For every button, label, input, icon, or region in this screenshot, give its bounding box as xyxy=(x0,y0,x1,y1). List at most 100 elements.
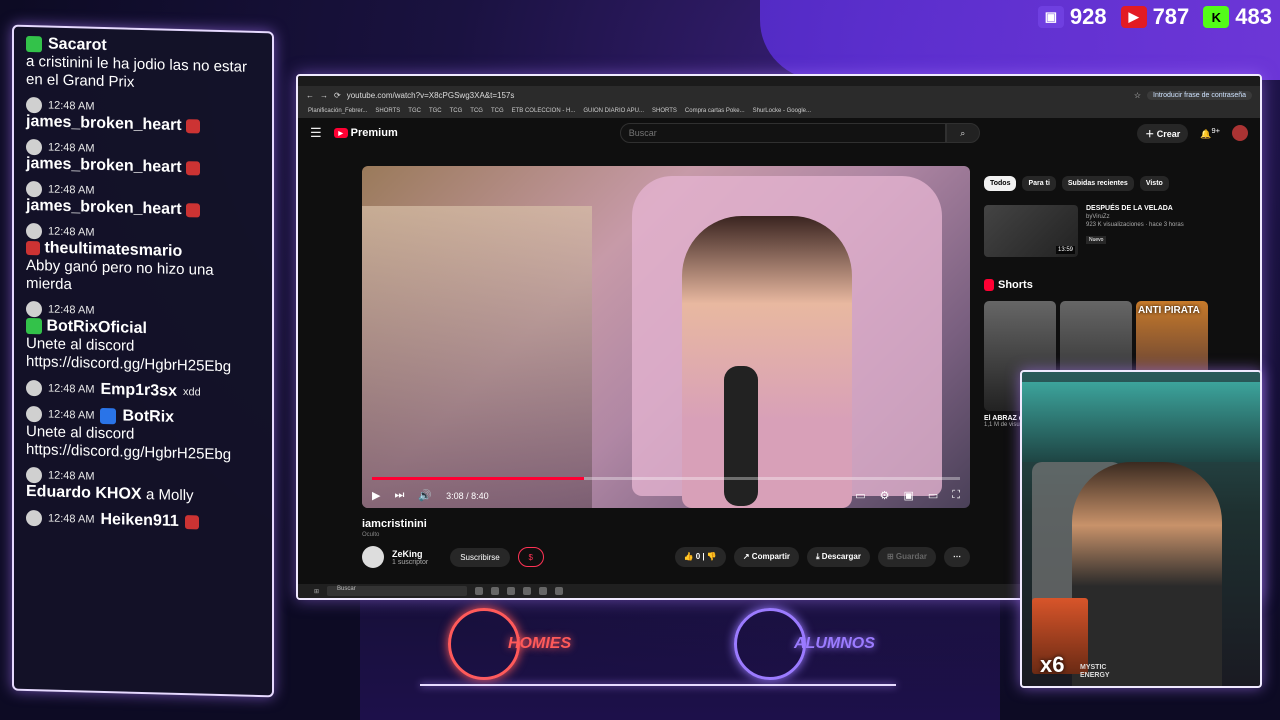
bot-badge-icon xyxy=(100,407,117,425)
fullscreen-icon[interactable]: ⛶ xyxy=(952,489,960,502)
notif-count: 9+ xyxy=(1211,126,1220,135)
chat-username: theultimatesmario xyxy=(44,239,183,261)
video-person xyxy=(682,216,852,508)
create-button[interactable]: ＋ Crear xyxy=(1137,123,1189,143)
settings-gear-icon[interactable]: ⚙ xyxy=(880,489,890,502)
bookmark-item[interactable]: TCG xyxy=(491,108,504,114)
video-metadata: iamcristinini Oculto ZeKing 1 suscriptor… xyxy=(362,518,970,568)
subscribe-button[interactable]: Suscribirse xyxy=(450,547,510,567)
channel-row: ZeKing 1 suscriptor Suscribirse $ 👍 0 | … xyxy=(362,546,970,568)
account-avatar[interactable] xyxy=(1232,125,1248,141)
chat-time: 12:48 AM xyxy=(48,469,95,483)
save-button[interactable]: ⊞ Guardar xyxy=(877,547,936,567)
emote-icon xyxy=(26,240,40,256)
taskbar-app-icon[interactable] xyxy=(507,587,516,595)
taskbar-app-icon[interactable] xyxy=(475,587,484,595)
bookmark-item[interactable]: TCG xyxy=(470,108,483,114)
video-title: iamcristinini xyxy=(362,518,427,530)
video-controls: ▶ ⏭ 🔊 3:08 / 8:40 ▭ ⚙ ▣ ▭ ⛶ xyxy=(372,489,960,502)
search-icon[interactable]: ⌕ xyxy=(945,123,980,143)
play-icon[interactable]: ▶ xyxy=(372,489,380,502)
subtitles-icon[interactable]: ▭ xyxy=(855,489,865,502)
more-options-icon[interactable]: ⋯ xyxy=(944,547,970,567)
chat-username: Emp1r3sx xyxy=(100,380,177,400)
chat-time: 12:48 AM xyxy=(48,303,95,317)
user-badge-icon xyxy=(26,35,42,53)
recommended-video[interactable]: 13:59 DESPUÉS DE LA VELADA byViruZz 923 … xyxy=(984,205,1214,257)
notifications-icon[interactable]: 🔔9+ xyxy=(1200,126,1220,140)
chip-watched[interactable]: Visto xyxy=(1139,176,1169,191)
recommended-channel: byViruZz xyxy=(1086,214,1110,220)
search-input[interactable] xyxy=(619,123,946,143)
recommended-title[interactable]: DESPUÉS DE LA VELADA xyxy=(1086,205,1184,212)
reload-icon[interactable]: ⟳ xyxy=(334,91,341,100)
taskbar-search[interactable]: Buscar xyxy=(327,586,468,596)
taskbar-app-icon[interactable] xyxy=(491,587,500,595)
stat-youtube: ▶ 787 xyxy=(1120,4,1189,30)
download-button[interactable]: ⤓ Descargar xyxy=(807,547,870,567)
short-label: ANTI PIRATA xyxy=(1138,305,1200,316)
alumnos-logo: ALUMNOS xyxy=(734,608,875,680)
chat-username: james_broken_heart xyxy=(26,112,182,135)
star-icon[interactable]: ☆ xyxy=(1134,91,1141,100)
video-player[interactable]: ▶ ⏭ 🔊 3:08 / 8:40 ▭ ⚙ ▣ ▭ ⛶ xyxy=(362,166,970,508)
bookmark-item[interactable]: ShurLocke - Google... xyxy=(753,108,811,114)
video-progress-fill xyxy=(372,477,584,480)
forward-icon[interactable]: → xyxy=(320,91,328,100)
bookmark-item[interactable]: SHORTS xyxy=(652,108,677,114)
chat-username: BotRix xyxy=(122,407,175,426)
webcam-brand: MYSTIC ENERGY xyxy=(1080,664,1110,679)
bookmark-item[interactable]: TCG xyxy=(450,108,463,114)
emote-icon xyxy=(184,515,199,530)
shorts-title: Shorts xyxy=(998,279,1033,291)
video-visibility: Oculto xyxy=(362,532,380,538)
bookmark-item[interactable]: GUION DIARIO APU... xyxy=(583,108,644,114)
bookmark-item[interactable]: ETB COLECCION - H... xyxy=(512,108,576,114)
hamburger-menu-icon[interactable]: ☰ xyxy=(310,125,322,141)
chip-all[interactable]: Todos xyxy=(984,176,1017,191)
bookmark-item[interactable]: TGC xyxy=(408,108,421,114)
webcam-shelf xyxy=(1022,382,1260,462)
channel-name[interactable]: ZeKing xyxy=(392,549,428,559)
channel-avatar[interactable] xyxy=(362,546,384,568)
url-text[interactable]: youtube.com/watch?v=X8cPGSwg3XA&t=157s xyxy=(347,91,1128,100)
chat-message: 12:48 AM Eduardo KHOX a Molly xyxy=(26,466,260,507)
user-avatar-icon xyxy=(26,222,42,240)
start-icon[interactable]: ⊞ xyxy=(314,588,319,595)
chip-recent[interactable]: Subidas recientes xyxy=(1061,176,1134,191)
volume-icon[interactable]: 🔊 xyxy=(418,489,432,502)
bookmark-item[interactable]: Planificación_Febrer... xyxy=(308,108,367,114)
address-bar[interactable]: ← → ⟳ youtube.com/watch?v=X8cPGSwg3XA&t=… xyxy=(298,86,1260,104)
share-button[interactable]: ↗ Compartir xyxy=(733,547,800,567)
share-label: Compartir xyxy=(751,552,791,561)
chat-username: Sacarot xyxy=(48,35,107,55)
taskbar-app-icon[interactable] xyxy=(539,587,548,595)
miniplayer-icon[interactable]: ▣ xyxy=(903,489,913,502)
like-button[interactable]: 👍 0 | 👎 xyxy=(674,547,726,567)
verified-badge-icon xyxy=(26,317,42,335)
neon-divider xyxy=(420,684,896,686)
download-label: Descargar xyxy=(821,552,861,561)
chat-message: Sacarot a cristinini le ha jodio las no … xyxy=(26,35,260,95)
like-count: 0 xyxy=(695,552,701,561)
taskbar-app-icon[interactable] xyxy=(523,587,532,595)
user-avatar-icon xyxy=(26,509,42,527)
save-label: Guardar xyxy=(895,552,927,561)
taskbar-app-icon[interactable] xyxy=(555,587,564,595)
bookmark-item[interactable]: SHORTS xyxy=(375,108,400,114)
webcam-person xyxy=(1072,462,1222,686)
chip-for-you[interactable]: Para ti xyxy=(1022,176,1056,191)
passphrase-button[interactable]: Introducir frase de contraseña xyxy=(1147,90,1252,100)
theater-icon[interactable]: ▭ xyxy=(928,489,938,502)
bell-icon[interactable]: $ xyxy=(517,547,544,567)
bookmark-item[interactable]: TGC xyxy=(429,108,442,114)
next-icon[interactable]: ⏭ xyxy=(394,489,404,502)
chat-text: a Molly xyxy=(146,486,194,505)
recommended-thumbnail[interactable]: 13:59 xyxy=(984,205,1078,257)
back-icon[interactable]: ← xyxy=(306,91,314,100)
video-progress-bar[interactable] xyxy=(372,477,960,480)
youtube-logo[interactable]: ▶ Premium xyxy=(333,127,398,139)
bookmark-item[interactable]: Compra cartas Poke... xyxy=(685,108,745,114)
chat-message: 12:48 AM james_broken_heart xyxy=(26,138,260,179)
user-avatar-icon xyxy=(26,405,42,423)
